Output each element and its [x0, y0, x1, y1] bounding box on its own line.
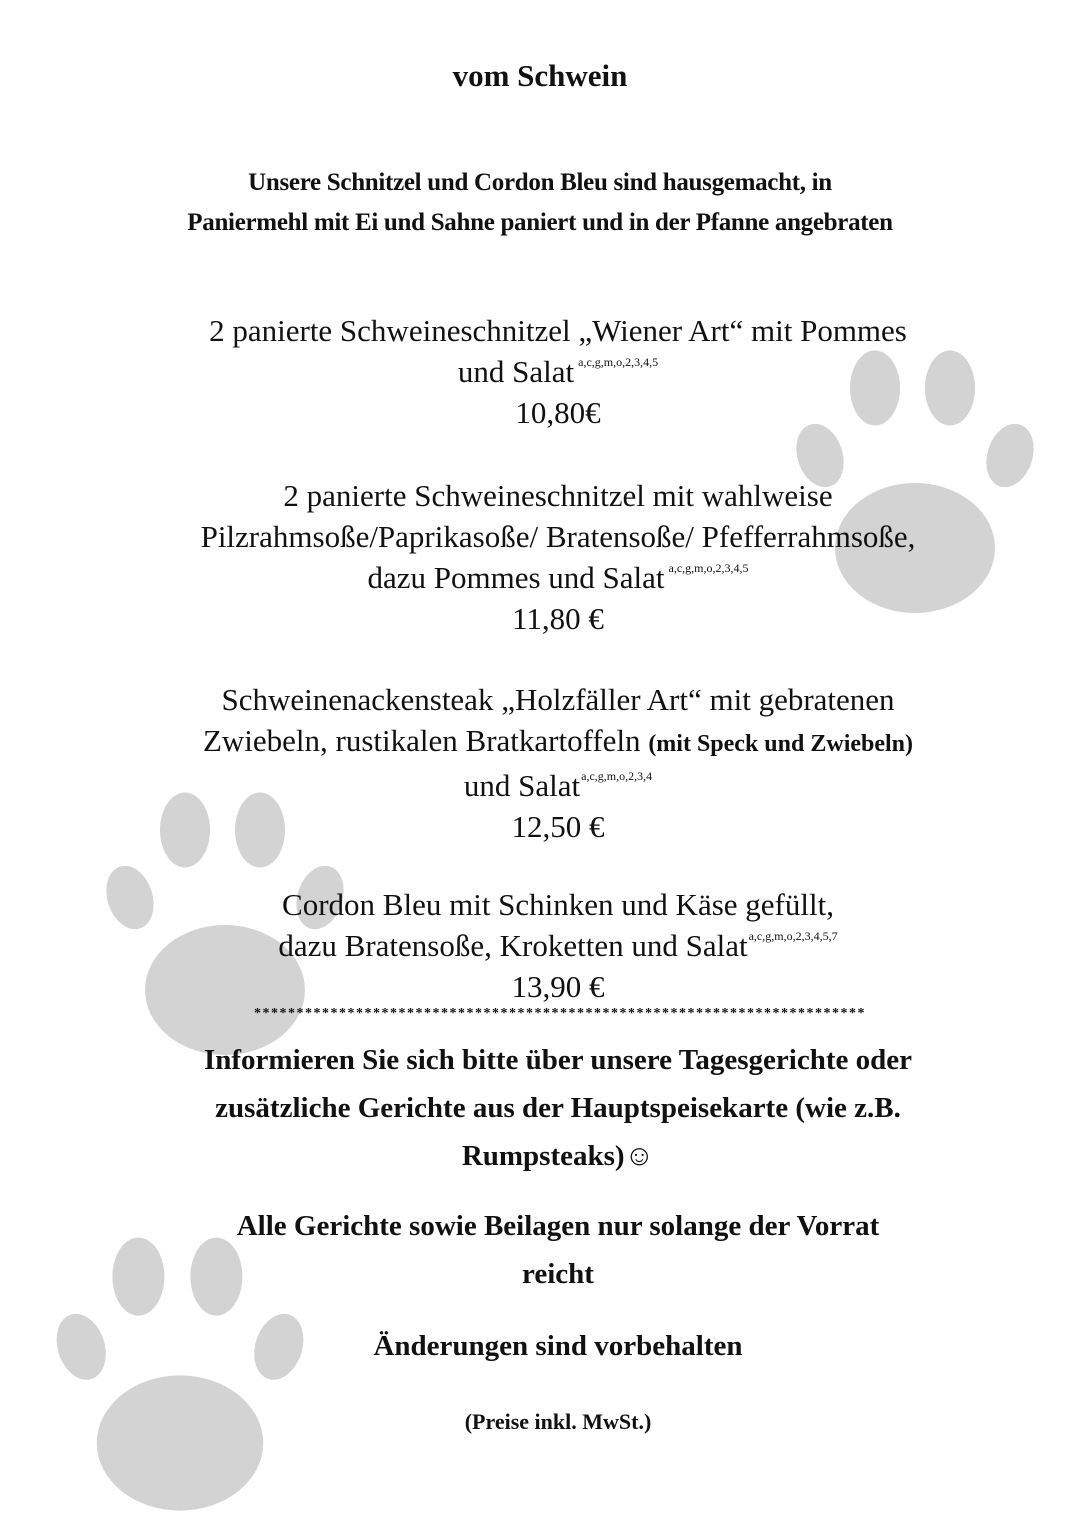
menu-item: Cordon Bleu mit Schinken und Käse gefüll… [0, 884, 1080, 1007]
dish-description: und Salat a,c,g,m,o,2,3,4,5 [0, 351, 1080, 392]
notice-line: Änderungen sind vorbehalten [373, 1330, 743, 1362]
notice-line: reicht [522, 1258, 594, 1290]
dish-price: 10,80€ [515, 395, 601, 430]
separator-stars: ****************************************… [254, 1006, 866, 1021]
dish-name: 2 panierte Schweineschnitzel „Wiener Art… [209, 313, 907, 348]
dish-name: Schweinenackensteak „Holzfäller Art“ mit… [221, 682, 895, 717]
notice-line: Informieren Sie sich bitte über unsere T… [203, 1044, 913, 1076]
dish-name: Cordon Bleu mit Schinken und Käse gefüll… [282, 887, 834, 922]
dish-price: 11,80 € [512, 601, 604, 636]
dish-description-text: und Salat [457, 354, 575, 389]
menu-item: 2 panierte Schweineschnitzel mit wahlwei… [0, 475, 1080, 639]
intro-text: Unsere Schnitzel und Cordon Bleu sind ha… [0, 163, 1080, 243]
dish-name: 2 panierte Schweineschnitzel mit wahlwei… [283, 478, 833, 513]
notice-line: Alle Gerichte sowie Beilagen nur solange… [236, 1210, 880, 1242]
page-title: vom Schwein [452, 58, 628, 93]
dish-note: (mit Speck und Zwiebeln) [648, 731, 914, 757]
notice-line: zusätzliche Gerichte aus der Hauptspeise… [215, 1092, 901, 1124]
dish-description-text: und Salat [463, 768, 581, 803]
dish-description: dazu Pommes und Salat a,c,g,m,o,2,3,4,5 [0, 557, 1080, 598]
dish-description: und Salata,c,g,m,o,2,3,4 [0, 765, 1080, 806]
intro-line-1: Unsere Schnitzel und Cordon Bleu sind ha… [248, 169, 832, 196]
stock-notice: Alle Gerichte sowie Beilagen nur solange… [0, 1202, 1080, 1298]
allergen-codes: a,c,g,m,o,2,3,4,5,7 [748, 929, 838, 943]
dish-description-text: Zwiebeln, rustikalen Bratkartoffeln [202, 723, 641, 758]
allergen-codes: a,c,g,m,o,2,3,4,5 [578, 355, 659, 369]
allergen-codes: a,c,g,m,o,2,3,4 [581, 769, 653, 783]
intro-line-2: Paniermehl mit Ei und Sahne paniert und … [187, 209, 893, 236]
changes-notice: Änderungen sind vorbehalten [0, 1322, 1080, 1370]
dish-description: Zwiebeln, rustikalen Bratkartoffeln (mit… [0, 720, 1080, 765]
dish-description: dazu Bratensoße, Kroketten und Salata,c,… [0, 925, 1080, 966]
dish-description-text: dazu Pommes und Salat [367, 560, 665, 595]
dish-price: 12,50 € [511, 809, 605, 844]
notice-line: Rumpsteaks)☺ [461, 1140, 655, 1172]
dish-description-text: dazu Bratensoße, Kroketten und Salat [278, 928, 748, 963]
menu-item: Schweinenackensteak „Holzfäller Art“ mit… [0, 679, 1080, 847]
price-notice: (Preise inkl. MwSt.) [0, 1398, 1080, 1446]
allergen-codes: a,c,g,m,o,2,3,4,5 [668, 561, 749, 575]
dish-sauce-options: Pilzrahmsoße/Paprikasoße/ Bratensoße/ Pf… [200, 519, 916, 554]
notice-line: (Preise inkl. MwSt.) [464, 1409, 652, 1434]
dish-price: 13,90 € [511, 969, 605, 1004]
menu-item: 2 panierte Schweineschnitzel „Wiener Art… [0, 310, 1080, 433]
daily-specials-notice: Informieren Sie sich bitte über unsere T… [0, 1036, 1080, 1180]
